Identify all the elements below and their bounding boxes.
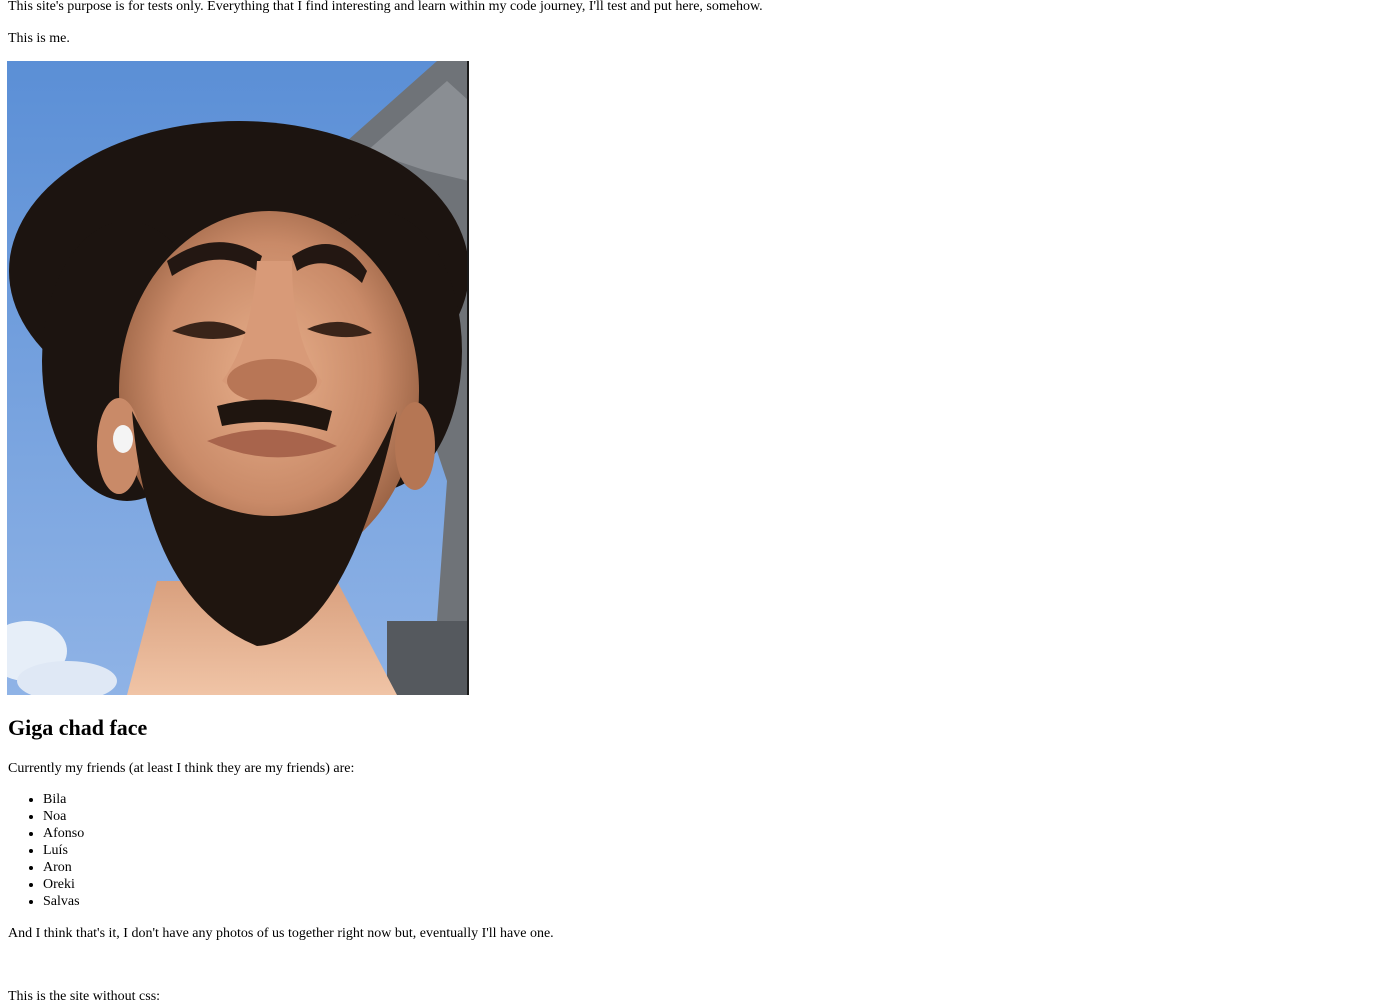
intro-paragraph: This site's purpose is for tests only. E… xyxy=(8,0,763,14)
profile-photo xyxy=(7,61,469,695)
list-item: Noa xyxy=(43,808,84,825)
list-item: Luís xyxy=(43,842,84,859)
friends-list: Bila Noa Afonso Luís Aron Oreki Salvas xyxy=(8,791,84,910)
list-item: Oreki xyxy=(43,876,84,893)
list-item: Salvas xyxy=(43,893,84,910)
list-item: Aron xyxy=(43,859,84,876)
no-css-caption: This is the site without css: xyxy=(8,989,161,1004)
list-item: Afonso xyxy=(43,825,84,842)
closing-paragraph: And I think that's it, I don't have any … xyxy=(8,926,554,941)
friends-intro: Currently my friends (at least I think t… xyxy=(8,761,355,776)
photo-caption: This is me. xyxy=(8,31,70,46)
page-heading: Giga chad face xyxy=(8,715,148,740)
list-item: Bila xyxy=(43,791,84,808)
